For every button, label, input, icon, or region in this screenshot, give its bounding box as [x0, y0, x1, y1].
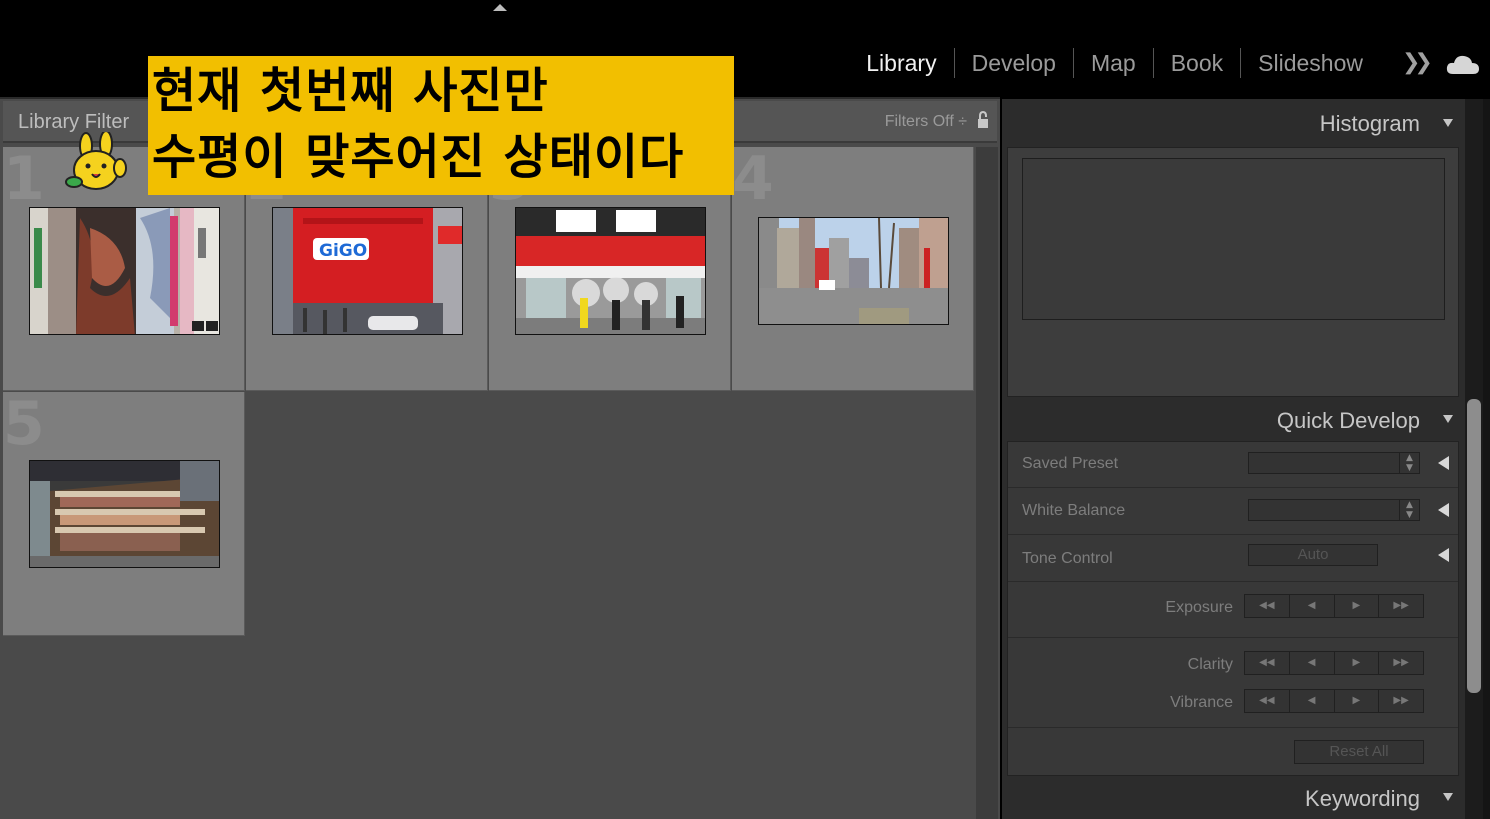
- exposure-row: Exposure ◀◀ ◀ ▶ ▶▶: [1008, 582, 1458, 638]
- vibrance-increase[interactable]: ▶: [1335, 690, 1380, 712]
- stepper-icon: ▲ ▼: [1399, 453, 1419, 473]
- right-panel: Histogram Quick Develop Saved Preset ▲ ▼ …: [1002, 99, 1465, 819]
- keywording-collapse-icon[interactable]: [1443, 793, 1453, 801]
- double-chevron-right-icon[interactable]: ❯❯: [1402, 50, 1433, 75]
- vibrance-decrease[interactable]: ◀: [1290, 690, 1335, 712]
- lightroom-window: Library Develop Map Book Slideshow ❯❯ Li…: [0, 0, 1490, 819]
- tone-control-row: Tone Control Auto: [1008, 535, 1458, 582]
- vibrance-label: Vibrance: [1170, 694, 1233, 711]
- reset-all-button[interactable]: Reset All: [1294, 740, 1424, 764]
- filters-off-label: Filters Off: [884, 113, 954, 130]
- photo-thumbnail[interactable]: [29, 460, 220, 568]
- lock-icon[interactable]: [977, 111, 989, 129]
- grid-cell[interactable]: 4: [732, 147, 974, 391]
- exposure-steppers: ◀◀ ◀ ▶ ▶▶: [1244, 594, 1424, 618]
- stepper-icon: ▲ ▼: [1399, 500, 1419, 520]
- annotation-caption: 현재 첫번째 사진만 수평이 맞추어진 상태이다: [148, 56, 734, 195]
- quick-develop-collapse-icon[interactable]: [1443, 415, 1453, 423]
- disclosure-triangle-icon[interactable]: [1438, 503, 1449, 517]
- histogram-display: [1022, 158, 1445, 320]
- exposure-decrease-large[interactable]: ◀◀: [1245, 595, 1290, 617]
- clarity-increase-large[interactable]: ▶▶: [1379, 652, 1423, 674]
- quick-develop-header[interactable]: Quick Develop: [1277, 408, 1420, 434]
- rabbit-mascot-sticker: [65, 132, 127, 190]
- photo-thumbnail[interactable]: [29, 207, 220, 335]
- histogram-header[interactable]: Histogram: [1320, 111, 1420, 137]
- scroll-thumb[interactable]: [1467, 399, 1481, 693]
- vibrance-decrease-large[interactable]: ◀◀: [1245, 690, 1290, 712]
- exposure-decrease[interactable]: ◀: [1290, 595, 1335, 617]
- white-balance-row: White Balance ▲ ▼: [1008, 488, 1458, 535]
- photo-thumbnail[interactable]: GiGO: [272, 207, 463, 335]
- photo-thumbnail[interactable]: [758, 217, 949, 325]
- clarity-label: Clarity: [1187, 656, 1233, 673]
- module-library[interactable]: Library: [849, 48, 953, 78]
- grid-cell[interactable]: 5: [3, 392, 245, 636]
- clarity-decrease[interactable]: ◀: [1290, 652, 1335, 674]
- module-picker: Library Develop Map Book Slideshow: [849, 46, 1380, 80]
- histogram-panel: [1007, 147, 1459, 397]
- keywording-header[interactable]: Keywording: [1305, 786, 1420, 812]
- saved-preset-select[interactable]: ▲ ▼: [1248, 452, 1420, 474]
- tone-control-label: Tone Control: [1022, 550, 1113, 567]
- vibrance-increase-large[interactable]: ▶▶: [1379, 690, 1423, 712]
- photo-thumbnail[interactable]: [515, 207, 706, 335]
- cell-index: 1: [3, 144, 45, 214]
- white-balance-label: White Balance: [1022, 502, 1126, 519]
- collapse-top-panel-icon[interactable]: [493, 4, 507, 11]
- module-book[interactable]: Book: [1152, 48, 1240, 78]
- white-balance-select[interactable]: ▲ ▼: [1248, 499, 1420, 521]
- filters-off-dropdown[interactable]: Filters Off ÷: [885, 113, 967, 131]
- cell-index: 5: [3, 389, 45, 459]
- annotation-line-1: 현재 첫번째 사진만: [152, 63, 549, 119]
- svg-text:GiGO: GiGO: [319, 241, 367, 261]
- auto-tone-button[interactable]: Auto: [1248, 544, 1378, 566]
- quick-develop-panel: Saved Preset ▲ ▼ White Balance ▲ ▼ Tone Co…: [1007, 441, 1459, 776]
- saved-preset-row: Saved Preset ▲ ▼: [1008, 442, 1458, 488]
- right-panel-scrollbar[interactable]: [1465, 99, 1490, 819]
- clarity-steppers: ◀◀ ◀ ▶ ▶▶: [1244, 651, 1424, 675]
- disclosure-triangle-icon[interactable]: [1438, 456, 1449, 470]
- grid-scrollbar[interactable]: [976, 147, 998, 819]
- exposure-increase-large[interactable]: ▶▶: [1379, 595, 1423, 617]
- exposure-label: Exposure: [1165, 599, 1233, 616]
- saved-preset-label: Saved Preset: [1022, 455, 1119, 472]
- presence-rows: Clarity ◀◀ ◀ ▶ ▶▶ Vibrance ◀◀ ◀ ▶ ▶▶: [1008, 638, 1458, 728]
- disclosure-triangle-icon[interactable]: [1438, 548, 1449, 562]
- thumbnail-grid: 1 GiGO 4 5: [3, 147, 976, 819]
- cell-index: 4: [732, 144, 774, 214]
- clarity-increase[interactable]: ▶: [1335, 652, 1380, 674]
- annotation-line-2: 수평이 맞추어진 상태이다: [152, 129, 685, 185]
- library-filter-title[interactable]: Library Filter: [18, 111, 129, 134]
- vibrance-steppers: ◀◀ ◀ ▶ ▶▶: [1244, 689, 1424, 713]
- clarity-decrease-large[interactable]: ◀◀: [1245, 652, 1290, 674]
- module-develop[interactable]: Develop: [953, 48, 1073, 78]
- module-map[interactable]: Map: [1072, 48, 1153, 78]
- module-slideshow[interactable]: Slideshow: [1240, 48, 1380, 78]
- cloud-icon[interactable]: [1446, 54, 1480, 74]
- histogram-collapse-icon[interactable]: [1443, 119, 1453, 127]
- exposure-increase[interactable]: ▶: [1335, 595, 1380, 617]
